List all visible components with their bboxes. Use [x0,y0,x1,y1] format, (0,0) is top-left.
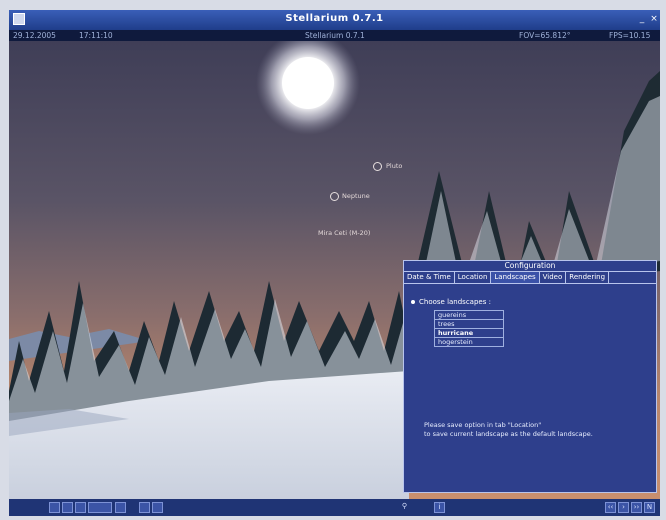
time-rewind-button[interactable]: ‹‹ [605,502,616,513]
dialog-title: Configuration [504,261,556,270]
time-forward-button[interactable]: ›› [631,502,642,513]
configuration-dialog[interactable]: Configuration Date & Time Location Lands… [403,260,657,493]
search-icon[interactable]: ⚲ [399,502,410,513]
stellarium-window: Stellarium 0.7.1 _ × 29.12.2005 17:11:10… [0,0,666,520]
tab-rendering[interactable]: Rendering [566,272,610,283]
radio-selected-icon [411,300,415,304]
status-date: 29.12.2005 [13,31,56,40]
window-title: Stellarium 0.7.1 [285,13,384,24]
ground-button[interactable] [115,502,126,513]
time-now-button[interactable]: N [644,502,655,513]
planet-marker-neptune[interactable] [330,192,339,201]
choose-landscape-label: Choose landscapes : [419,298,491,306]
tab-date-time[interactable]: Date & Time [404,272,455,283]
equatorial-grid-button[interactable] [88,502,112,513]
cardinal-points-button[interactable] [139,502,150,513]
landscape-item-trees[interactable]: trees [434,320,504,329]
constellation-names-button[interactable] [62,502,73,513]
save-hint: Please save option in tab "Location" to … [424,421,649,439]
planet-label-pluto[interactable]: Pluto [386,162,402,170]
close-button[interactable]: × [648,13,660,25]
atmosphere-button[interactable] [152,502,163,513]
azimuthal-grid-button[interactable] [75,502,86,513]
planet-label-neptune[interactable]: Neptune [342,192,370,200]
constellation-lines-button[interactable] [49,502,60,513]
config-tabs: Date & Time Location Landscapes Video Re… [404,271,656,284]
save-hint-line1: Please save option in tab "Location" [424,421,542,429]
save-hint-line2: to save current landscape as the default… [424,430,593,438]
status-location: Stellarium 0.7.1 [305,31,365,40]
tab-video[interactable]: Video [540,272,567,283]
tab-location[interactable]: Location [455,272,492,283]
choose-landscape-radio[interactable]: Choose landscapes : [411,298,491,306]
info-icon[interactable]: i [434,502,445,513]
landscape-item-guereins[interactable]: guereins [434,310,504,320]
title-bar[interactable]: Stellarium 0.7.1 _ × [9,10,660,30]
status-fov: FOV=65.812° [519,31,571,40]
time-play-button[interactable]: › [618,502,629,513]
landscape-item-hogerstein[interactable]: hogerstein [434,338,504,347]
tab-landscapes[interactable]: Landscapes [491,272,540,283]
status-time: 17:11:10 [79,31,113,40]
planet-marker-pluto[interactable] [373,162,382,171]
landscape-item-hurricane[interactable]: hurricane [434,329,504,338]
landscape-list[interactable]: guereins trees hurricane hogerstein [434,310,504,347]
bottom-toolbar: ⚲ i ‹‹ › ›› N [9,499,660,516]
minimize-button[interactable]: _ [636,13,648,25]
star-label[interactable]: Mira Ceti (M-20) [318,229,370,237]
status-bar: 29.12.2005 17:11:10 Stellarium 0.7.1 FOV… [9,30,660,41]
status-fps: FPS=10.15 [609,31,651,40]
